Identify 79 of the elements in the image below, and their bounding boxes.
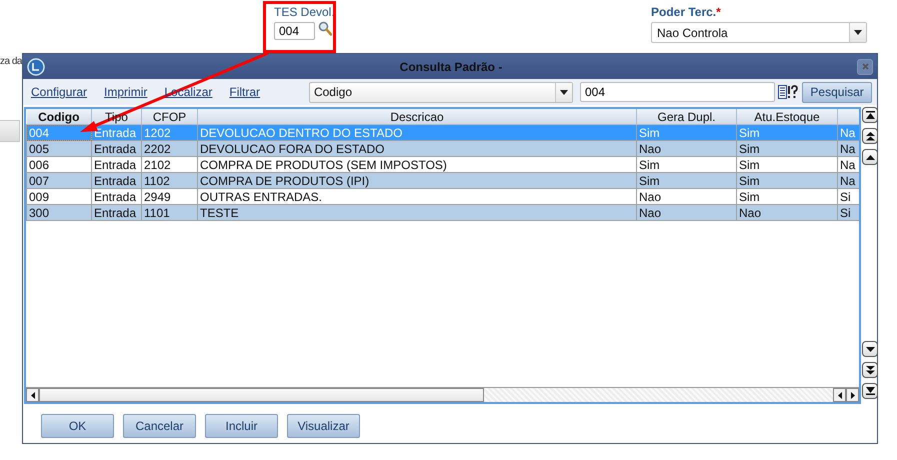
dialog-button[interactable]: Incluir: [205, 414, 278, 438]
field-label: Poder Terc.*: [651, 5, 722, 19]
table-cell: Entrada: [92, 204, 142, 220]
search-field[interactable]: 004: [580, 82, 776, 102]
table-cell: 005: [26, 140, 92, 156]
caret-icon: [560, 90, 568, 94]
table-cell: Sim: [736, 172, 838, 188]
right-arrow-icon: [850, 392, 854, 398]
arrow-down-to-bar-icon: [866, 387, 874, 395]
dialog-button[interactable]: Cancelar: [123, 414, 196, 438]
caret-icon: [854, 30, 862, 35]
field-label: za da: [0, 56, 22, 67]
toolbar-link[interactable]: Imprimir: [104, 85, 148, 99]
field-label: TES Devol.: [274, 5, 335, 19]
first-record-button[interactable]: [862, 107, 878, 123]
input-field[interactable]: 004: [274, 22, 315, 40]
table-row[interactable]: 009 Entrada 2949 OUTRAS ENTRADAS. Nao Sim Si: [26, 188, 859, 204]
scroll-up-button[interactable]: [862, 149, 878, 165]
window-title: Consulta Padrão -: [398, 60, 504, 74]
table-row[interactable]: 007 Entrada 1102 COMPRA DE PRODUTOS (IPI) Sim Sim Na: [26, 172, 859, 188]
dialog-button[interactable]: Visualizar: [287, 414, 360, 438]
table-cell: Nao: [736, 204, 838, 220]
table-cell: TESTE: [198, 204, 636, 220]
input-field[interactable]: [0, 120, 20, 142]
dialog-button[interactable]: OK: [41, 414, 114, 438]
page-down-button[interactable]: [862, 362, 878, 378]
table-cell: Sim: [636, 172, 736, 188]
search-icon[interactable]: [318, 20, 332, 36]
table-row[interactable]: 005 Entrada 2202 DEVOLUCAO FORA DO ESTADO Nao Sim Na: [26, 140, 859, 156]
last-record-button[interactable]: [862, 383, 878, 399]
table-cell: OUTRAS ENTRADAS.: [198, 188, 636, 204]
table-cell: COMPRA DE PRODUTOS (IPI): [198, 172, 636, 188]
table-cell: 004: [26, 124, 92, 140]
down-arrow-icon: [866, 346, 874, 352]
table-cell: 009: [26, 188, 92, 204]
table-cell: 2202: [142, 140, 198, 156]
table-cell: Nao: [636, 204, 736, 220]
table-cell: Nao: [636, 140, 736, 156]
table-cell: 2949: [142, 188, 198, 204]
table-cell: Entrada: [92, 140, 142, 156]
search-button[interactable]: Pesquisar: [802, 82, 872, 102]
close-icon: [862, 63, 868, 70]
dropdown[interactable]: Nao Controla: [651, 22, 867, 43]
table-cell: DEVOLUCAO FORA DO ESTADO: [198, 140, 636, 156]
table-cell: Entrada: [92, 188, 142, 204]
page-up-button[interactable]: [862, 128, 878, 144]
search-field-dropdown[interactable]: Codigo: [308, 82, 573, 102]
double-up-arrow-icon: [866, 132, 874, 140]
table-cell: 007: [26, 172, 92, 188]
table-cell: Entrada: [92, 172, 142, 188]
table-cell: 1101: [142, 204, 198, 220]
list-help-icon[interactable]: [778, 85, 798, 99]
up-arrow-icon: [866, 154, 874, 160]
table-cell: Sim: [736, 140, 838, 156]
toolbar-link[interactable]: Configurar: [31, 85, 88, 99]
horizontal-scrollbar[interactable]: [26, 387, 859, 402]
arrow-up-to-bar-icon: [866, 111, 874, 119]
table-row[interactable]: 300 Entrada 1101 TESTE Nao Nao Si: [26, 204, 859, 220]
scrollbar-thumb[interactable]: [39, 388, 484, 402]
table-cell: 1102: [142, 172, 198, 188]
table-cell: Entrada: [92, 156, 142, 172]
table-cell: 2102: [142, 156, 198, 172]
table-row[interactable]: 006 Entrada 2102 COMPRA DE PRODUTOS (SEM IMPOSTOS) Sim Sim Na: [26, 156, 859, 172]
table-cell: Sim: [736, 188, 838, 204]
table-cell: Sim: [736, 156, 838, 172]
double-down-arrow-icon: [866, 366, 874, 374]
left-arrow-icon: [838, 392, 842, 398]
table-cell: DEVOLUCAO DENTRO DO ESTADO: [198, 124, 636, 140]
table-cell: Nao: [636, 188, 736, 204]
table-cell: Sim: [736, 124, 838, 140]
table-cell: Sim: [636, 124, 736, 140]
table-cell: 300: [26, 204, 92, 220]
table-cell: COMPRA DE PRODUTOS (SEM IMPOSTOS): [198, 156, 636, 172]
toolbar-link[interactable]: Filtrar: [229, 85, 260, 99]
table-cell: 1202: [142, 124, 198, 140]
table-cell: 006: [26, 156, 92, 172]
table-cell: Sim: [636, 156, 736, 172]
left-arrow-icon: [30, 392, 34, 398]
scroll-down-button[interactable]: [862, 341, 878, 357]
